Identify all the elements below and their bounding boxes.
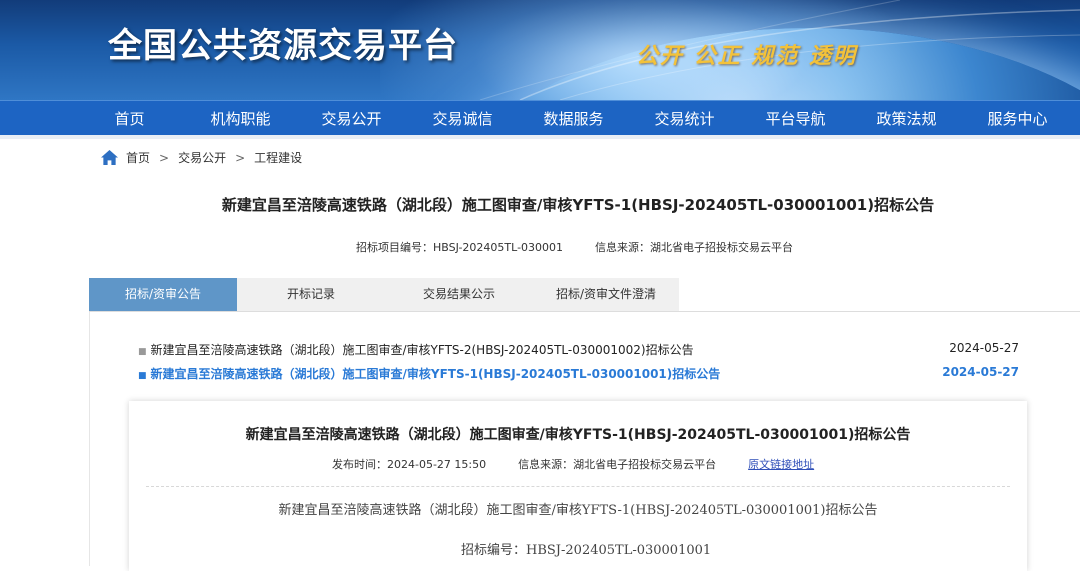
breadcrumb-transaction-public[interactable]: 交易公开 [178,149,226,166]
list-item-date: 2024-05-27 [949,341,1019,355]
tab-tender-notice[interactable]: 招标/资审公告 [89,278,237,311]
nav-item-data-service[interactable]: 数据服务 [518,108,629,129]
site-title: 全国公共资源交易平台 [108,26,458,66]
nav-item-transaction-public[interactable]: 交易公开 [296,108,407,129]
nav-item-policy[interactable]: 政策法规 [851,108,962,129]
home-icon[interactable] [100,149,119,166]
tab-bid-opening-record[interactable]: 开标记录 [237,278,385,311]
breadcrumb: 首页 > 交易公开 > 工程建设 [100,149,302,166]
publish-time: 发布时间：2024-05-27 15:50 [332,458,487,471]
notice-detail-card: 新建宜昌至涪陵高速铁路（湖北段）施工图审查/审核YFTS-1(HBSJ-2024… [129,401,1027,571]
breadcrumb-home[interactable]: 首页 [126,149,150,166]
nav-item-statistics[interactable]: 交易统计 [629,108,740,129]
bullet-icon: ■ [138,347,147,357]
nav-item-home[interactable]: 首页 [74,108,185,129]
site-banner: 全国公共资源交易平台 公开 公正 规范 透明 [0,0,1080,100]
document-title: 新建宜昌至涪陵高速铁路（湖北段）施工图审查/审核YFTS-1(HBSJ-2024… [278,503,878,518]
list-item[interactable]: ■ 新建宜昌至涪陵高速铁路（湖北段）施工图审查/审核YFTS-2(HBSJ-202… [138,341,1019,358]
project-number: 招标项目编号：HBSJ-202405TL-030001 [356,241,564,254]
main-nav: 首页 机构职能 交易公开 交易诚信 数据服务 交易统计 平台导航 政策法规 服务… [0,100,1080,135]
document-tender-number: 招标编号：HBSJ-202405TL-030001001 [461,543,712,558]
site-slogan: 公开 公正 规范 透明 [636,43,857,69]
list-item-title-wrap: ■ 新建宜昌至涪陵高速铁路（湖北段）施工图审查/审核YFTS-1(HBSJ-202… [138,365,720,382]
breadcrumb-separator: > [235,150,246,165]
detail-meta: 发布时间：2024-05-27 15:50 信息来源：湖北省电子招投标交易云平台… [332,456,814,472]
page-title: 新建宜昌至涪陵高速铁路（湖北段）施工图审查/审核YFTS-1(HBSJ-2024… [221,196,935,214]
list-item-date: 2024-05-27 [942,365,1019,379]
detail-title: 新建宜昌至涪陵高速铁路（湖北段）施工图审查/审核YFTS-1(HBSJ-2024… [245,427,911,443]
breadcrumb-separator: > [159,150,170,165]
original-link[interactable]: 原文链接地址 [748,456,814,472]
breadcrumb-engineering[interactable]: 工程建设 [254,149,302,166]
list-item-title-wrap: ■ 新建宜昌至涪陵高速铁路（湖北段）施工图审查/审核YFTS-2(HBSJ-202… [138,341,694,358]
nav-item-credit[interactable]: 交易诚信 [407,108,518,129]
notice-tabs: 招标/资审公告 开标记录 交易结果公示 招标/资审文件澄清 [89,278,679,311]
list-item-title[interactable]: 新建宜昌至涪陵高速铁路（湖北段）施工图审查/审核YFTS-1(HBSJ-2024… [151,367,721,381]
nav-item-platform-nav[interactable]: 平台导航 [740,108,851,129]
nav-item-functions[interactable]: 机构职能 [185,108,296,129]
detail-source: 信息来源：湖北省电子招投标交易云平台 [518,458,717,471]
list-item-title[interactable]: 新建宜昌至涪陵高速铁路（湖北段）施工图审查/审核YFTS-2(HBSJ-2024… [151,343,694,357]
list-item-active[interactable]: ■ 新建宜昌至涪陵高速铁路（湖北段）施工图审查/审核YFTS-1(HBSJ-202… [138,365,1019,382]
info-source: 信息来源：湖北省电子招投标交易云平台 [595,241,794,254]
detail-divider [146,486,1010,487]
notice-meta: 招标项目编号：HBSJ-202405TL-030001 信息来源：湖北省电子招投… [356,239,793,255]
tab-result-publicity[interactable]: 交易结果公示 [385,278,533,311]
nav-item-service-center[interactable]: 服务中心 [962,108,1073,129]
bullet-icon: ■ [138,371,147,381]
tab-document-clarification[interactable]: 招标/资审文件澄清 [533,278,679,311]
nav-underbar [0,135,1080,139]
